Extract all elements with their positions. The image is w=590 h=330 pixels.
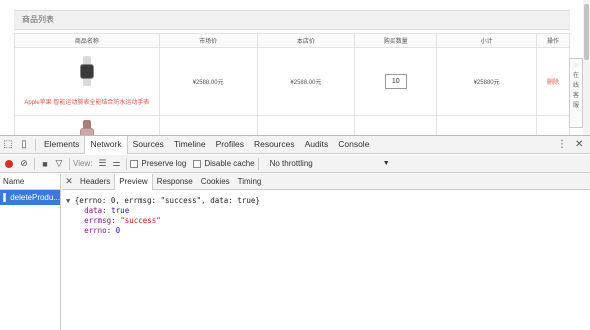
view-label: View:: [73, 159, 93, 168]
tab-sources[interactable]: Sources: [128, 136, 169, 154]
chat-icon: ◌: [574, 63, 578, 69]
close-icon[interactable]: ✕: [575, 136, 583, 154]
large-rows-icon[interactable]: ☰: [95, 158, 109, 169]
tab-response[interactable]: Response: [153, 174, 197, 190]
product-image[interactable]: [79, 120, 94, 135]
column-header-subtotal: 小计: [436, 33, 538, 48]
tab-resources[interactable]: Resources: [249, 136, 300, 154]
throttling-select[interactable]: No throttling: [270, 159, 313, 168]
quantity-cell: 10: [354, 47, 438, 116]
network-toolbar: ⊘ ■ ▽ View: ☰ ⚌ Preserve log Disable cac…: [0, 155, 590, 173]
section-title: 商品列表: [14, 10, 570, 30]
market-price-cell: ¥2588.00元: [158, 47, 258, 116]
json-summary-row[interactable]: ▼ {errno: 0, errmsg: "success", data: tr…: [66, 196, 590, 206]
json-value: true: [111, 206, 130, 215]
table-header-row: 商品名称 市场价 本店价 购买数量 小计 操作: [14, 33, 570, 48]
divider: [69, 157, 70, 170]
subtotal-cell: ¥25880元: [436, 47, 538, 116]
inspect-icon[interactable]: ⬚: [0, 136, 16, 154]
divider: [126, 157, 128, 170]
web-page: 商品列表 商品名称 市场价 本店价 购买数量 小计 操作 Apple苹果 智能运…: [0, 0, 590, 135]
scrollbar-thumb[interactable]: [584, 4, 589, 60]
disable-cache-checkbox[interactable]: [193, 159, 202, 168]
product-cell: [14, 115, 160, 135]
json-value: 0: [115, 226, 121, 235]
page-scrollbar[interactable]: [583, 0, 590, 135]
json-field: errmsg: "success": [84, 216, 161, 225]
table-row: Apple苹果 智能运动腕表全能结合防水运动手表 ¥2588.00元 ¥2588…: [14, 47, 570, 116]
tab-audits[interactable]: Audits: [300, 136, 334, 154]
column-header-action: 操作: [536, 33, 570, 48]
column-header-market-price: 市场价: [158, 33, 258, 48]
tab-headers[interactable]: Headers: [76, 174, 114, 190]
clear-icon[interactable]: ⊘: [17, 158, 31, 169]
expand-triangle-icon[interactable]: ▼: [66, 197, 70, 205]
divider: [257, 157, 259, 170]
shop-price-cell: ¥2588.00元: [256, 47, 356, 116]
capture-screenshots-icon[interactable]: ■: [38, 159, 52, 169]
name-column-header[interactable]: Name: [0, 174, 60, 190]
shop-price-cell: [256, 115, 356, 135]
action-cell: [536, 115, 570, 135]
online-service-widget[interactable]: ◌ 在 线 客 服: [569, 58, 583, 128]
chevron-down-icon[interactable]: ▼: [383, 160, 390, 167]
table-row: [14, 115, 570, 135]
json-key: errno: [84, 226, 107, 235]
request-row[interactable]: deleteProdu...: [0, 190, 60, 205]
divider: [34, 157, 35, 170]
detail-tab-bar: ✕ Headers Preview Response Cookies Timin…: [62, 173, 590, 190]
action-cell: 删除: [536, 47, 570, 116]
json-value: "success": [120, 216, 161, 225]
device-mode-icon[interactable]: ▯: [16, 136, 32, 154]
cart-table: 商品名称 市场价 本店价 购买数量 小计 操作 Apple苹果 智能运动腕表全能…: [14, 33, 570, 135]
request-name: deleteProdu...: [10, 193, 60, 202]
json-key: errmsg: [84, 216, 112, 225]
product-cell: Apple苹果 智能运动腕表全能结合防水运动手表: [14, 47, 160, 116]
subtotal-cell: [436, 115, 538, 135]
widget-char: 服: [572, 103, 579, 109]
product-name-link[interactable]: Apple苹果 智能运动腕表全能结合防水运动手表: [15, 97, 159, 106]
disable-cache-label: Disable cache: [204, 159, 255, 168]
column-header-shop-price: 本店价: [256, 33, 356, 48]
json-field: data: true: [84, 206, 130, 215]
column-header-quantity: 购买数量: [354, 33, 438, 48]
browser-window: 商品列表 商品名称 市场价 本店价 购买数量 小计 操作 Apple苹果 智能运…: [0, 0, 590, 330]
devtools-tab-bar: ⬚ ▯ Elements Network Sources Timeline Pr…: [0, 135, 590, 154]
close-detail-icon[interactable]: ✕: [62, 176, 76, 187]
tab-timing[interactable]: Timing: [234, 174, 266, 190]
request-detail: ✕ Headers Preview Response Cookies Timin…: [62, 173, 590, 330]
json-key: data: [84, 206, 103, 215]
document-icon: [3, 193, 7, 202]
tab-profiles[interactable]: Profiles: [211, 136, 249, 154]
preserve-log-label: Preserve log: [141, 159, 187, 168]
column-header-product: 商品名称: [14, 33, 160, 48]
devtools-panel: ⬚ ▯ Elements Network Sources Timeline Pr…: [0, 135, 590, 330]
market-price-cell: [158, 115, 258, 135]
json-preview: ▼ {errno: 0, errmsg: "success", data: tr…: [62, 190, 590, 236]
tab-network[interactable]: Network: [84, 135, 128, 154]
tab-timeline[interactable]: Timeline: [169, 136, 211, 154]
divider: [35, 138, 36, 151]
record-icon[interactable]: [5, 159, 13, 168]
widget-char: 客: [572, 93, 579, 99]
quantity-cell: [354, 115, 438, 135]
tab-preview[interactable]: Preview: [114, 173, 153, 190]
tab-console[interactable]: Console: [333, 136, 374, 154]
widget-char: 线: [572, 83, 579, 89]
request-list: Name deleteProdu...: [0, 174, 61, 330]
delete-link[interactable]: 删除: [547, 80, 559, 86]
json-summary: {errno: 0, errmsg: "success", data: true…: [74, 196, 260, 205]
more-options-icon[interactable]: ⋮: [557, 136, 567, 154]
tab-elements[interactable]: Elements: [39, 136, 84, 154]
overview-icon[interactable]: ⚌: [109, 158, 123, 169]
filter-icon[interactable]: ▽: [52, 158, 66, 169]
tab-cookies[interactable]: Cookies: [197, 174, 234, 190]
quantity-input[interactable]: 10: [384, 74, 407, 89]
widget-char: 在: [572, 73, 579, 79]
preserve-log-checkbox[interactable]: [130, 159, 139, 168]
json-field: errno: 0: [84, 226, 121, 235]
product-image[interactable]: [79, 55, 94, 86]
